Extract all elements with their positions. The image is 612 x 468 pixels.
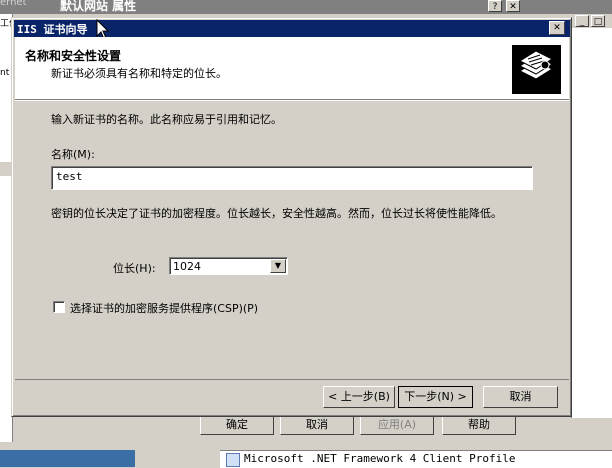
program-icon <box>226 453 240 467</box>
background-right-pane <box>571 28 612 418</box>
bitlength-label: 位长(H): <box>113 262 156 275</box>
background-ok-button[interactable]: 确定 <box>200 414 274 435</box>
maximize-button[interactable]: □ <box>591 15 605 27</box>
chevron-down-icon[interactable]: ▼ <box>270 259 286 273</box>
instruction-text: 输入新证书的名称。此名称应易于引用和记忆。 <box>51 113 282 126</box>
program-list-item[interactable]: Microsoft .NET Framework 4 Client Profil… <box>244 452 516 465</box>
name-label: 名称(M): <box>51 148 95 161</box>
csp-checkbox-label[interactable]: 选择证书的加密服务提供程序(CSP)(P) <box>70 300 258 316</box>
background-blue-panel <box>0 450 135 467</box>
csp-checkbox[interactable] <box>53 301 65 313</box>
background-close-button[interactable]: ✕ <box>506 0 520 12</box>
background-window-title: 默认网站 属性 <box>60 0 137 13</box>
background-right-window-titlebar: _ □ <box>571 14 612 28</box>
background-help-button[interactable]: 帮助 <box>442 414 516 435</box>
bitlength-description: 密钥的位长决定了证书的加密程度。位长越长，安全性越高。然而，位长过长将使性能降低… <box>51 207 502 220</box>
background-left-window-title: ernet <box>0 0 27 8</box>
help-title-button[interactable]: ? <box>488 0 502 12</box>
dialog-bottom-separator <box>15 379 569 380</box>
left-pane-label-2: nt <box>0 68 10 78</box>
next-button[interactable]: 下一步(N) > <box>398 386 473 408</box>
minimize-button[interactable]: _ <box>575 15 589 27</box>
cancel-button[interactable]: 取消 <box>483 386 558 408</box>
dialog-title: IIS 证书向导 <box>17 23 88 36</box>
close-icon: ✕ <box>553 23 561 33</box>
certificate-name-input[interactable]: test <box>51 166 533 190</box>
certificate-icon <box>512 45 561 94</box>
background-cancel-button[interactable]: 取消 <box>280 414 354 435</box>
back-button[interactable]: < 上一步(B) <box>323 386 395 408</box>
header-title: 名称和安全性设置 <box>25 49 122 63</box>
program-list: Microsoft .NET Framework 4 Client Profil… <box>220 450 612 468</box>
header-subtitle: 新证书必须具有名称和特定的位长。 <box>51 67 227 80</box>
background-apply-button[interactable]: 应用(A) <box>360 414 434 435</box>
dialog-close-button[interactable]: ✕ <box>549 21 565 35</box>
header-separator <box>15 100 569 101</box>
